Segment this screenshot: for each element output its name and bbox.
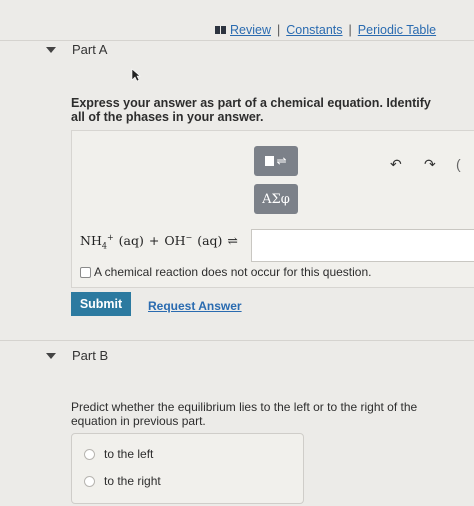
submit-button[interactable]: Submit <box>71 292 131 316</box>
phase-aq: (aq) <box>197 233 223 249</box>
link-separator: | <box>348 23 352 37</box>
option-label: to the right <box>104 474 161 488</box>
constants-link[interactable]: Constants <box>286 23 342 37</box>
hydroxide-formula: OH− <box>164 233 193 249</box>
request-answer-link[interactable]: Request Answer <box>148 299 242 313</box>
undo-icon[interactable]: ↶ <box>390 156 402 173</box>
template-square-icon <box>265 156 275 166</box>
answer-options <box>71 433 304 504</box>
answer-input[interactable] <box>251 229 474 262</box>
part-a-title: Part A <box>72 42 108 57</box>
equilibrium-arrow-icon: ⇌ <box>276 154 287 168</box>
mouse-pointer-icon <box>131 68 141 82</box>
option-right[interactable]: to the right <box>84 474 161 488</box>
part-a-header[interactable]: Part A <box>46 42 107 57</box>
no-reaction-label: A chemical reaction does not occur for t… <box>94 265 372 279</box>
part-a-instructions: Express your answer as part of a chemica… <box>71 96 431 124</box>
part-b-title: Part B <box>72 348 109 363</box>
review-link[interactable]: Review <box>230 23 271 37</box>
template-tool-button[interactable]: ⇌ <box>254 146 298 176</box>
collapse-caret-icon[interactable] <box>46 352 56 359</box>
part-b-divider <box>0 340 474 341</box>
greek-symbols-button[interactable]: ΑΣφ <box>254 184 298 214</box>
option-label: to the left <box>104 447 154 461</box>
no-reaction-checkbox[interactable] <box>80 266 91 278</box>
plus-sign: + <box>148 233 160 249</box>
paren-icon[interactable]: ( <box>456 156 461 172</box>
collapse-caret-icon[interactable] <box>46 46 56 53</box>
link-separator: | <box>277 23 281 37</box>
option-left[interactable]: to the left <box>84 447 153 461</box>
chemical-equation: NH4+ (aq) + OH− (aq) ⇌ <box>80 233 238 251</box>
redo-icon[interactable]: ↷ <box>424 156 436 173</box>
radio-button[interactable] <box>84 475 95 487</box>
phase-aq: (aq) <box>118 233 144 249</box>
periodic-table-link[interactable]: Periodic Table <box>358 23 436 37</box>
equilibrium-arrow: ⇌ <box>227 233 238 249</box>
radio-button[interactable] <box>84 448 95 460</box>
review-icon <box>215 26 226 34</box>
part-b-header[interactable]: Part B <box>46 348 108 363</box>
part-a-divider <box>0 40 474 41</box>
no-reaction-option[interactable]: A chemical reaction does not occur for t… <box>80 265 371 279</box>
ammonium-formula: NH4+ <box>80 233 114 251</box>
part-b-prompt: Predict whether the equilibrium lies to … <box>71 400 418 428</box>
resource-links: Review | Constants | Periodic Table <box>215 20 436 40</box>
